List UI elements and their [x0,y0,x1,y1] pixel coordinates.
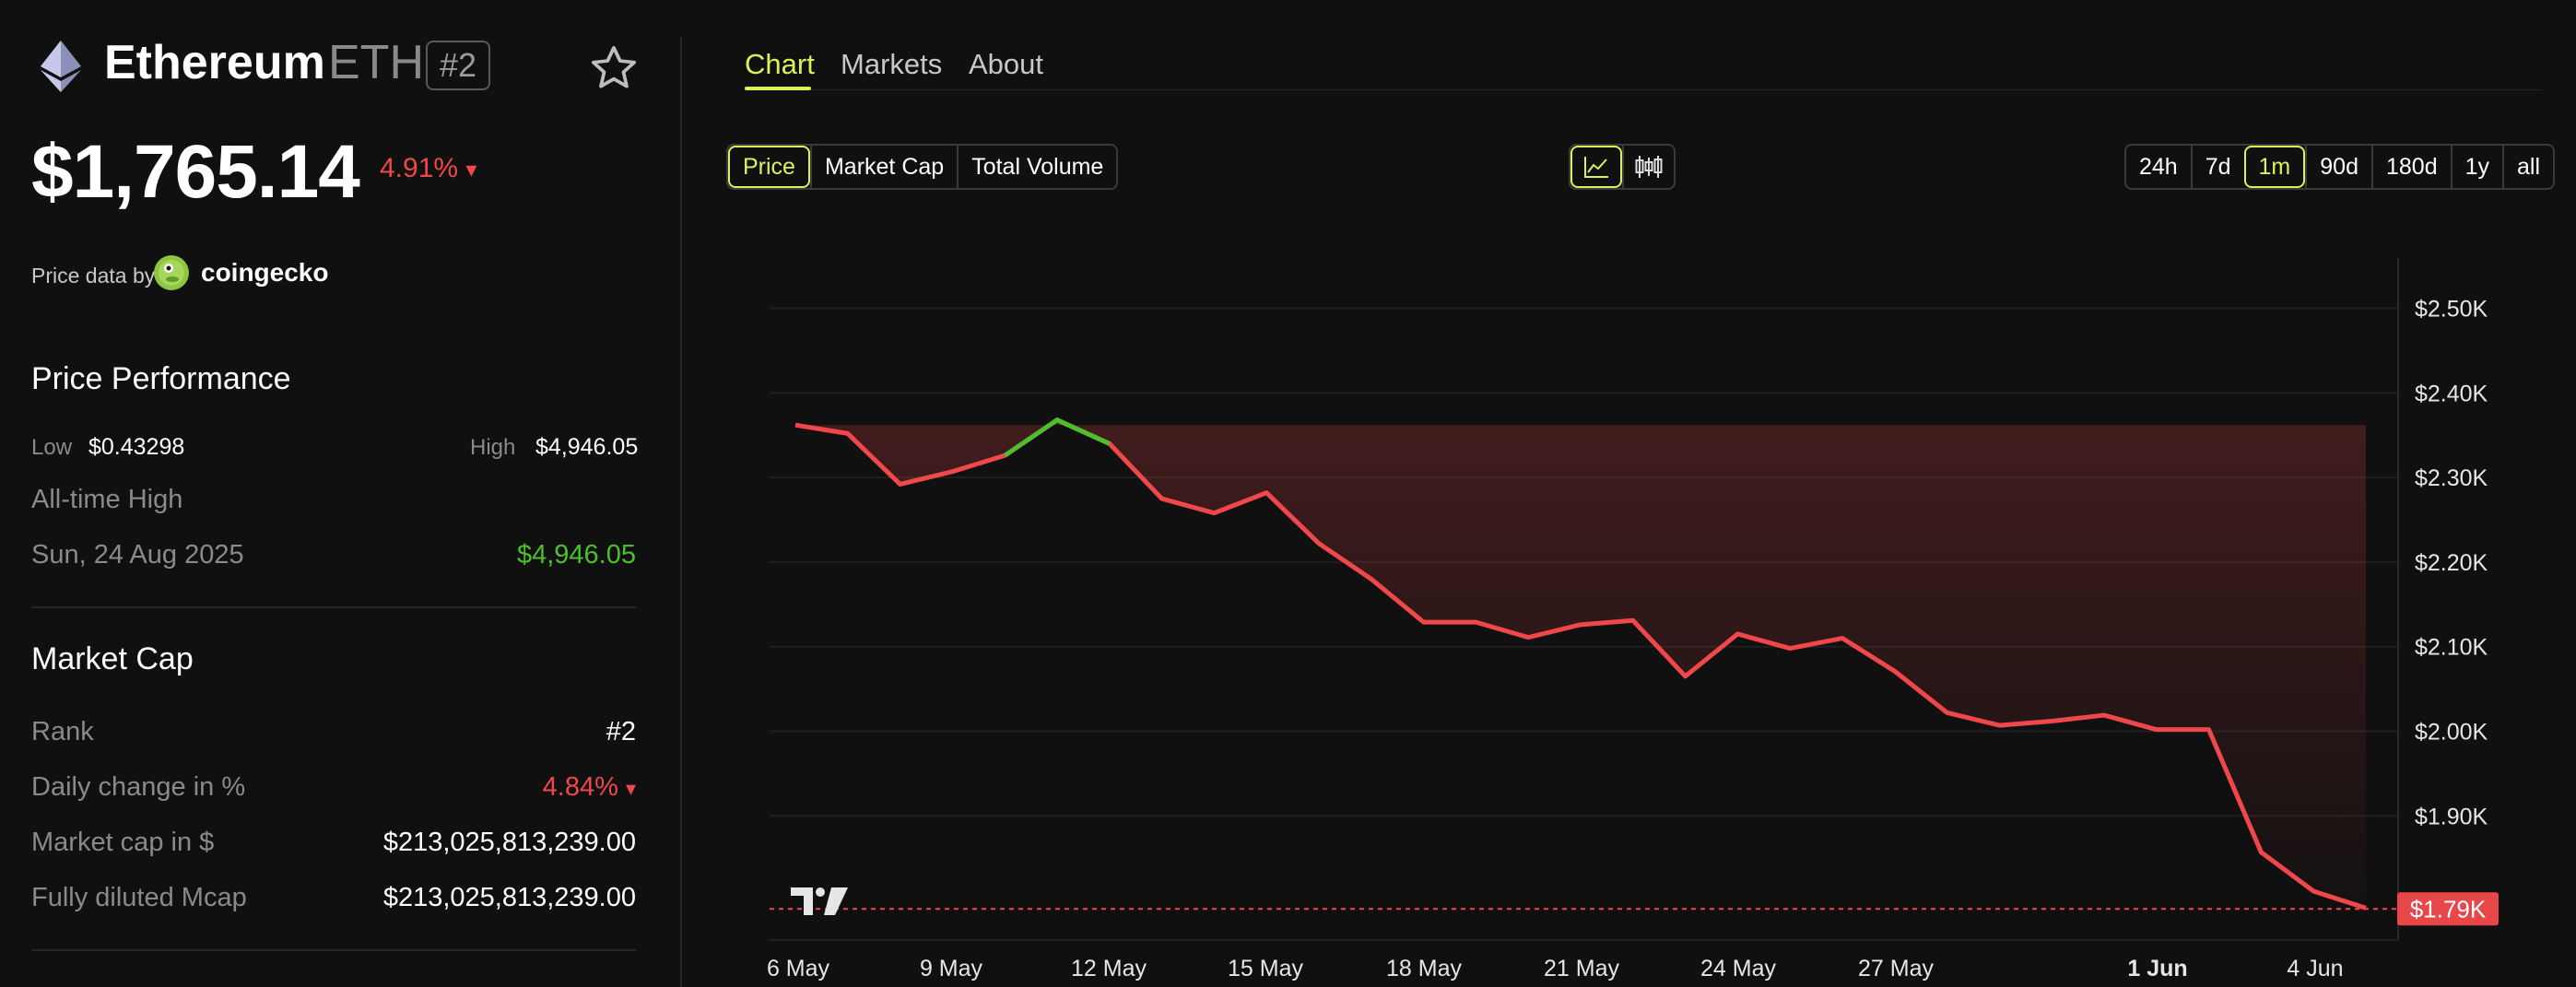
x-axis-tick-label: 18 May [1386,956,1462,981]
x-axis-tick-label: 4 Jun [2287,956,2343,981]
y-axis-tick-label: $2.50K [2415,297,2488,323]
x-axis-tick-label: 12 May [1071,956,1147,981]
x-axis-tick-label: 9 May [920,956,983,981]
current-price-tag: $1.79K [2397,892,2499,926]
x-axis-tick-label: 15 May [1228,956,1303,981]
y-axis-tick-label: $2.00K [2415,720,2488,746]
price-chart[interactable]: $2.50K $2.40K $2.30K $2.20K $2.10K $2.00K $1.9… [0,0,2576,987]
y-axis-tick-label: $2.30K [2415,465,2488,491]
x-axis-tick-label: 24 May [1700,956,1776,981]
y-axis-tick-label: $1.90K [2415,804,2488,829]
current-price-tag-label: $1.79K [2410,895,2487,922]
y-axis-tick-label: $2.20K [2415,550,2488,576]
price-area-fill [795,419,2366,909]
x-axis-tick-label: 21 May [1544,956,1619,981]
x-axis-tick-label: 1 Jun [2127,956,2187,981]
y-axis-tick-label: $2.10K [2415,635,2488,661]
x-axis-tick-label: 6 May [767,956,830,981]
y-axis-tick-label: $2.40K [2415,381,2488,406]
tradingview-logo-icon[interactable] [791,885,850,918]
x-axis-tick-label: 27 May [1858,956,1934,981]
